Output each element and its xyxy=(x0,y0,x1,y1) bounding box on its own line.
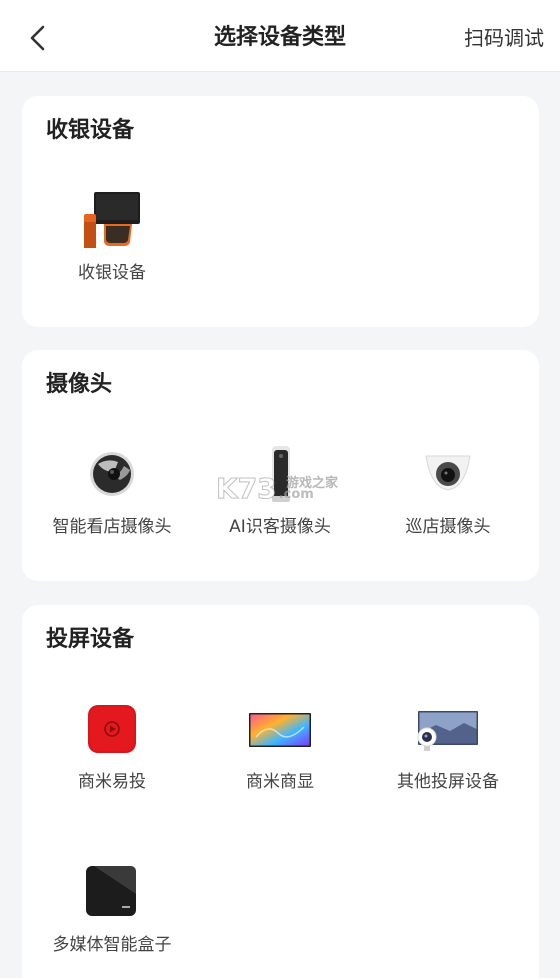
device-label: 巡店摄像头 xyxy=(405,517,491,537)
tower-camera-icon xyxy=(272,446,290,502)
device-label: 收银设备 xyxy=(78,263,146,283)
dome-camera-icon xyxy=(425,455,471,491)
device-label: 多媒体智能盒子 xyxy=(52,935,172,955)
section-camera: 摄像头 智能看店摄像头 AI识客摄像头 巡店摄像头 xyxy=(22,350,539,581)
device-label: 其他投屏设备 xyxy=(397,772,499,792)
section-cashier: 收银设备 收银设备 xyxy=(22,96,539,327)
device-item-media-box[interactable]: 多媒体智能盒子 xyxy=(37,860,187,958)
device-item-cashier[interactable]: 收银设备 xyxy=(37,188,187,286)
media-box-icon xyxy=(86,866,136,916)
red-cast-dongle-icon xyxy=(88,705,136,753)
section-title: 投屏设备 xyxy=(46,627,135,652)
top-bar: 选择设备类型 扫码调试 xyxy=(0,0,560,72)
scan-debug-button[interactable]: 扫码调试 xyxy=(464,22,544,54)
section-casting: 投屏设备 商米易投 商米商显 其他投屏设备 多媒体智能盒子 xyxy=(22,605,539,978)
display-screen-icon xyxy=(249,713,311,747)
pos-terminal-icon xyxy=(84,192,140,248)
section-title: 收银设备 xyxy=(46,118,135,143)
device-item-patrol-camera[interactable]: 巡店摄像头 xyxy=(373,442,523,540)
device-item-smart-store-camera[interactable]: 智能看店摄像头 xyxy=(37,442,187,540)
monitor-with-camera-icon xyxy=(417,711,478,751)
section-title: 摄像头 xyxy=(46,372,113,397)
device-item-other-cast[interactable]: 其他投屏设备 xyxy=(373,697,523,795)
device-label: 商米商显 xyxy=(246,772,314,792)
sphere-camera-icon xyxy=(90,452,134,496)
device-label: 商米易投 xyxy=(78,772,146,792)
device-label: 智能看店摄像头 xyxy=(52,517,172,537)
device-label: AI识客摄像头 xyxy=(229,517,331,537)
device-item-sunmi-cast[interactable]: 商米易投 xyxy=(37,697,187,795)
device-item-ai-camera[interactable]: AI识客摄像头 xyxy=(205,442,355,540)
device-item-sunmi-display[interactable]: 商米商显 xyxy=(205,697,355,795)
